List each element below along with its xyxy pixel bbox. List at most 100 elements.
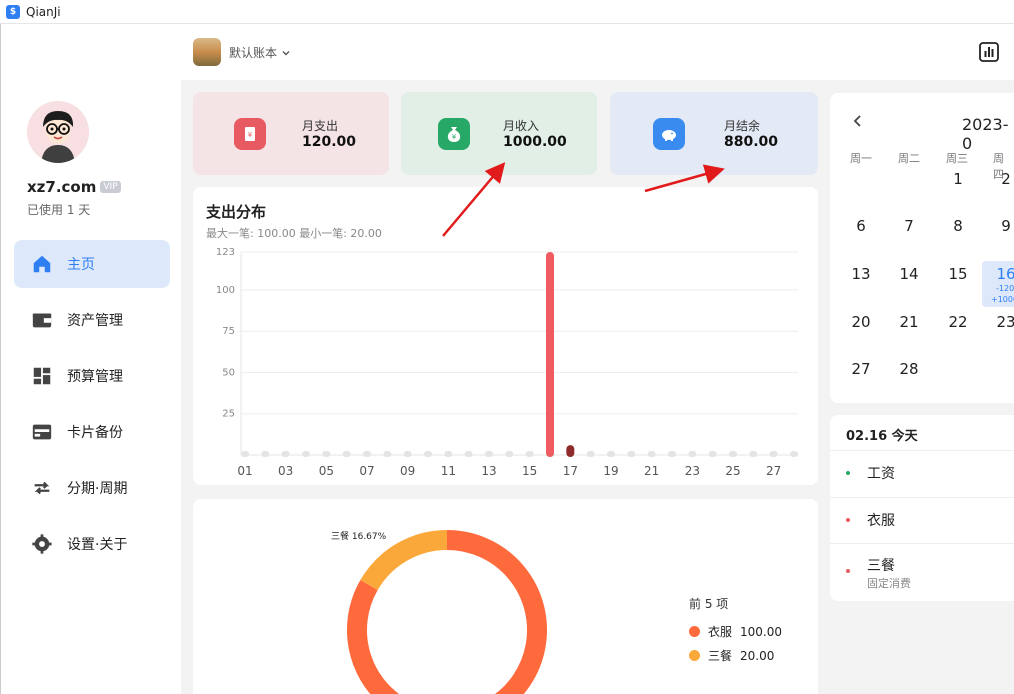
title-bar: $ QianJi (0, 0, 1014, 24)
repeat-icon (34, 481, 50, 495)
sidebar-nav: 主页 资产管理 预算管理 卡片备份 分期·周期 设置·关于 (14, 240, 170, 576)
calendar-day[interactable]: 28 (893, 360, 925, 378)
day-placeholder-bar (749, 451, 758, 457)
legend-item: 衣服 100.00 (689, 623, 782, 640)
calendar-day[interactable]: 8 (942, 217, 974, 235)
sidebar-item-label: 设置·关于 (67, 537, 128, 553)
expense-bar-chart: 123 100 75 50 25 01 03 05 07 09 11 13 15 17 19 21 23 25 27 (216, 247, 798, 478)
dashboard-icon (33, 367, 51, 385)
day-placeholder-bar (261, 451, 270, 457)
weekday-label: 周一 (850, 152, 872, 165)
svg-text:¥: ¥ (248, 131, 253, 139)
transaction-dot (846, 569, 850, 573)
username-text: xz7.com (27, 178, 97, 196)
day-placeholder-bar (281, 451, 290, 457)
sidebar-item-label: 分期·周期 (67, 481, 128, 497)
money-bag-icon: ¥ (438, 118, 470, 150)
calendar-day[interactable]: 27 (845, 360, 877, 378)
day-placeholder-bar (627, 451, 636, 457)
legend-color-dot (689, 626, 700, 637)
today-title: 02.16 今天 (846, 429, 918, 444)
day-placeholder-bar (790, 451, 798, 457)
calendar-day[interactable]: 22 (942, 313, 974, 331)
x-tick-label: 01 (237, 464, 252, 478)
x-tick-label: 25 (725, 464, 740, 478)
x-tick-label: 15 (522, 464, 537, 478)
expense-label: 月支出 (302, 119, 339, 133)
day-placeholder-bar (607, 451, 615, 457)
sidebar-item-installments[interactable]: 分期·周期 (14, 464, 170, 512)
selected-day-expense: -120 (996, 284, 1014, 293)
chevron-left-icon[interactable] (850, 113, 866, 129)
transaction-dot (846, 518, 850, 522)
day-placeholder-bar (403, 451, 412, 457)
calendar-day[interactable]: 23 (990, 313, 1014, 331)
donut-slice-label: 三餐 16.67% (331, 530, 387, 542)
balance-value: 880.00 (724, 134, 779, 150)
x-tick-label: 23 (685, 464, 700, 478)
x-tick-label: 17 (563, 464, 578, 478)
calendar-day[interactable]: 1 (942, 170, 974, 188)
expense-card[interactable]: ¥ 月支出 120.00 (193, 92, 389, 175)
calendar-day[interactable]: 14 (893, 265, 925, 283)
sidebar-item-label: 主页 (67, 257, 95, 273)
day-placeholder-bar (302, 451, 310, 457)
calendar-day[interactable]: 21 (893, 313, 925, 331)
transaction-item[interactable]: 工资 (830, 450, 1014, 497)
book-selector[interactable]: 默认账本 (229, 44, 292, 61)
income-value: 1000.00 (503, 134, 567, 150)
y-tick-label: 123 (216, 247, 235, 258)
legend-name: 三餐 (708, 649, 733, 663)
transaction-item[interactable]: 衣服 (830, 497, 1014, 543)
svg-text:¥: ¥ (452, 133, 457, 141)
today-transactions-panel: 02.16 今天 工资 衣服 三餐 固定消费 (830, 415, 1014, 601)
expense-value: 120.00 (302, 134, 357, 150)
selected-day-income: +1000 (991, 295, 1014, 304)
x-tick-label: 03 (278, 464, 293, 478)
y-tick-label: 50 (222, 367, 235, 378)
day-placeholder-bar (505, 451, 514, 457)
day-placeholder-bar (424, 451, 432, 457)
x-tick-label: 13 (481, 464, 496, 478)
balance-card[interactable]: 月结余 880.00 (610, 92, 818, 175)
income-card[interactable]: ¥ 月收入 1000.00 (401, 92, 597, 175)
calendar-day[interactable]: 9 (990, 217, 1014, 235)
sidebar-item-card-backup[interactable]: 卡片备份 (14, 408, 170, 456)
avatar[interactable] (27, 101, 89, 163)
calendar-day-selected[interactable]: 16 (990, 265, 1014, 283)
legend-color-dot (689, 650, 700, 661)
sidebar-item-settings[interactable]: 设置·关于 (14, 520, 170, 568)
sidebar-item-assets[interactable]: 资产管理 (14, 296, 170, 344)
calendar-day[interactable]: 2 (990, 170, 1014, 188)
transaction-name: 工资 (867, 466, 895, 482)
calendar-day[interactable]: 13 (845, 265, 877, 283)
window-title: QianJi (26, 4, 61, 19)
statistics-icon[interactable] (978, 41, 1000, 63)
book-name: 默认账本 (229, 46, 278, 60)
book-cover-image[interactable] (193, 38, 221, 66)
category-donut-panel: 三餐 16.67% 前 5 项 衣服 100.00 三餐 20.00 (193, 499, 818, 694)
transaction-item[interactable]: 三餐 固定消费 (830, 543, 1014, 601)
gear-icon (32, 534, 52, 554)
sidebar-item-label: 卡片备份 (67, 425, 123, 441)
calendar-day[interactable]: 15 (942, 265, 974, 283)
calendar-day[interactable]: 20 (845, 313, 877, 331)
balance-label: 月结余 (724, 119, 761, 133)
y-tick-label: 100 (216, 285, 235, 296)
day-placeholder-bar (383, 451, 392, 457)
day-placeholder-bar (586, 451, 595, 457)
day-placeholder-bar (708, 451, 717, 457)
header: 默认账本 (181, 24, 1014, 80)
calendar-day[interactable]: 6 (845, 217, 877, 235)
legend-value: 20.00 (740, 648, 775, 663)
transaction-name: 衣服 (867, 513, 895, 529)
sidebar-item-budget[interactable]: 预算管理 (14, 352, 170, 400)
x-tick-label: 27 (766, 464, 781, 478)
used-days-text: 已使用 1 天 (27, 203, 91, 217)
day-placeholder-bar (668, 451, 676, 457)
calendar-day[interactable]: 7 (893, 217, 925, 235)
transaction-dot (846, 471, 850, 475)
username: xz7.com VIP (27, 178, 121, 196)
sidebar-item-home[interactable]: 主页 (14, 240, 170, 288)
sidebar-item-label: 预算管理 (67, 369, 123, 385)
